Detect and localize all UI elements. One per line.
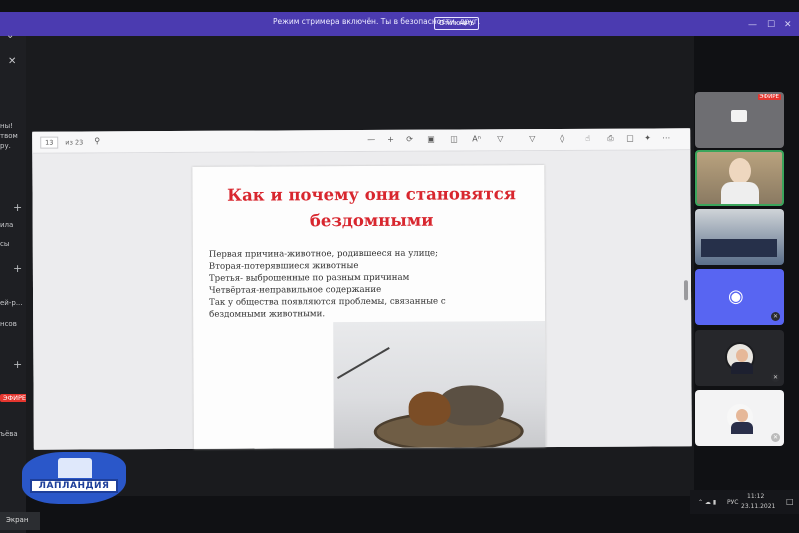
clock-date[interactable]: 23.11.2021 [741, 503, 775, 510]
slide-line: бездомными животными. [209, 309, 326, 320]
touch-icon[interactable]: ☝ [585, 134, 590, 143]
page-total: из 23 [65, 138, 84, 147]
fit-page-icon[interactable]: ▣ [427, 135, 435, 144]
rotate-icon[interactable]: ⟳ [406, 135, 413, 144]
page-view-icon[interactable]: ◫ [450, 134, 458, 143]
participant-tile[interactable]: ◉ ✕ [695, 269, 784, 325]
muted-mic-icon: ✕ [771, 433, 780, 442]
slide-title-line: Как и почему они становятся [227, 184, 516, 205]
slide-body: Первая причина-животное, родившееся на у… [209, 248, 446, 321]
save-icon[interactable]: □ [626, 134, 634, 143]
avatar [725, 402, 755, 434]
clock-time[interactable]: 11:12 [747, 493, 764, 500]
maximize-icon[interactable]: ☐ [767, 20, 775, 30]
erase-icon[interactable]: ◊ [560, 134, 564, 143]
logo-text: ЛАПЛАНДИЯ [38, 481, 110, 491]
sidebar-channel[interactable]: ила [0, 221, 13, 229]
stray-dogs-photo [333, 321, 546, 449]
print-icon[interactable]: ⎙ [607, 134, 613, 144]
avatar-face [736, 349, 748, 362]
sidebar-channel[interactable]: ей-р... [0, 299, 23, 307]
avatar-body [731, 422, 753, 434]
participant-tile[interactable]: ✕ [695, 330, 784, 386]
highlight-icon[interactable]: ▽ [529, 134, 535, 143]
live-badge: ЭФИРЕ [757, 94, 781, 100]
scrollbar-thumb[interactable] [683, 280, 689, 301]
participant-tile[interactable] [695, 150, 784, 206]
slide-line: Так у общества появляются проблемы, связ… [209, 296, 446, 308]
sidebar-channel[interactable]: сы [0, 240, 9, 248]
draw-icon[interactable]: ▽ [497, 134, 503, 143]
laplandia-logo: ЛАПЛАНДИЯ [22, 448, 126, 504]
participant-tile[interactable] [695, 209, 784, 265]
taskbar-tray: ⌃ ☁ ▮ РУС 11:12 23.11.2021 □ [690, 490, 799, 514]
participant-tile[interactable]: ✕ [695, 390, 784, 446]
minimize-icon[interactable]: — [748, 20, 757, 30]
sidebar-fragment: ру. [0, 142, 11, 150]
photo-stick [336, 346, 390, 379]
muted-mic-icon: ✕ [771, 312, 780, 321]
participant-tile[interactable]: ЭФИРЕ [695, 92, 784, 148]
zoom-out-icon[interactable]: — [367, 135, 375, 144]
participant-body [721, 182, 759, 204]
discord-logo-icon: ◉ [728, 286, 744, 307]
photo-dog [408, 391, 451, 426]
live-badge: ЭФИРЕ [0, 394, 30, 402]
slide-title-line: бездомными [309, 210, 434, 231]
pdf-viewer: 13 из 23 ⚲ — + ⟳ ▣ ◫ Aⁿ ▽ ▽ ◊ ☝ ⎙ □ ✦ ⋯ … [32, 128, 692, 450]
voice-user[interactable]: ъёва [0, 430, 18, 438]
screen: Режим стримера включён. Ты в безопасност… [0, 0, 799, 533]
participant-face [729, 158, 751, 184]
sidebar-channel[interactable]: нсов [0, 320, 17, 328]
disable-streamer-mode-button[interactable]: Отключить [434, 17, 480, 30]
read-aloud-icon[interactable]: Aⁿ [472, 134, 481, 143]
screen-share-button[interactable]: Экран [0, 512, 40, 530]
zoom-in-icon[interactable]: + [387, 135, 394, 144]
slide-line: Первая причина-животное, родившееся на у… [208, 248, 439, 260]
chevron-down-icon[interactable]: ⌄ [6, 30, 14, 41]
close-icon[interactable]: ✕ [8, 56, 16, 67]
avatar-face [736, 409, 748, 422]
more-icon[interactable]: ⋯ [662, 133, 670, 142]
add-channel-icon[interactable]: + [13, 201, 22, 214]
add-channel-icon[interactable]: + [13, 358, 22, 371]
slide-page: Как и почему они становятся бездомными П… [192, 165, 546, 449]
search-icon[interactable]: ⚲ [94, 136, 100, 145]
avatar-body [731, 362, 753, 374]
streamer-mode-banner: Режим стримера включён. Ты в безопасност… [0, 12, 799, 36]
slide-title: Как и почему они становятся бездомными [206, 181, 536, 235]
muted-mic-icon: ✕ [771, 373, 780, 382]
tray-icons[interactable]: ⌃ ☁ ▮ [698, 499, 716, 506]
sidebar-fragment: ны! [0, 122, 13, 130]
avatar [725, 342, 755, 374]
notifications-icon[interactable]: □ [786, 497, 794, 506]
add-channel-icon[interactable]: + [13, 262, 22, 275]
sidebar-fragment: твом [0, 132, 18, 140]
page-number-input[interactable]: 13 [40, 136, 59, 149]
pin-icon[interactable]: ✦ [644, 133, 651, 142]
language-indicator[interactable]: РУС [727, 499, 738, 506]
close-icon[interactable]: ✕ [784, 20, 792, 30]
logo-castle [58, 458, 92, 478]
classroom-desks [701, 239, 777, 257]
camera-icon [731, 110, 747, 122]
pdf-document-area[interactable]: Как и почему они становятся бездомными П… [32, 150, 692, 450]
